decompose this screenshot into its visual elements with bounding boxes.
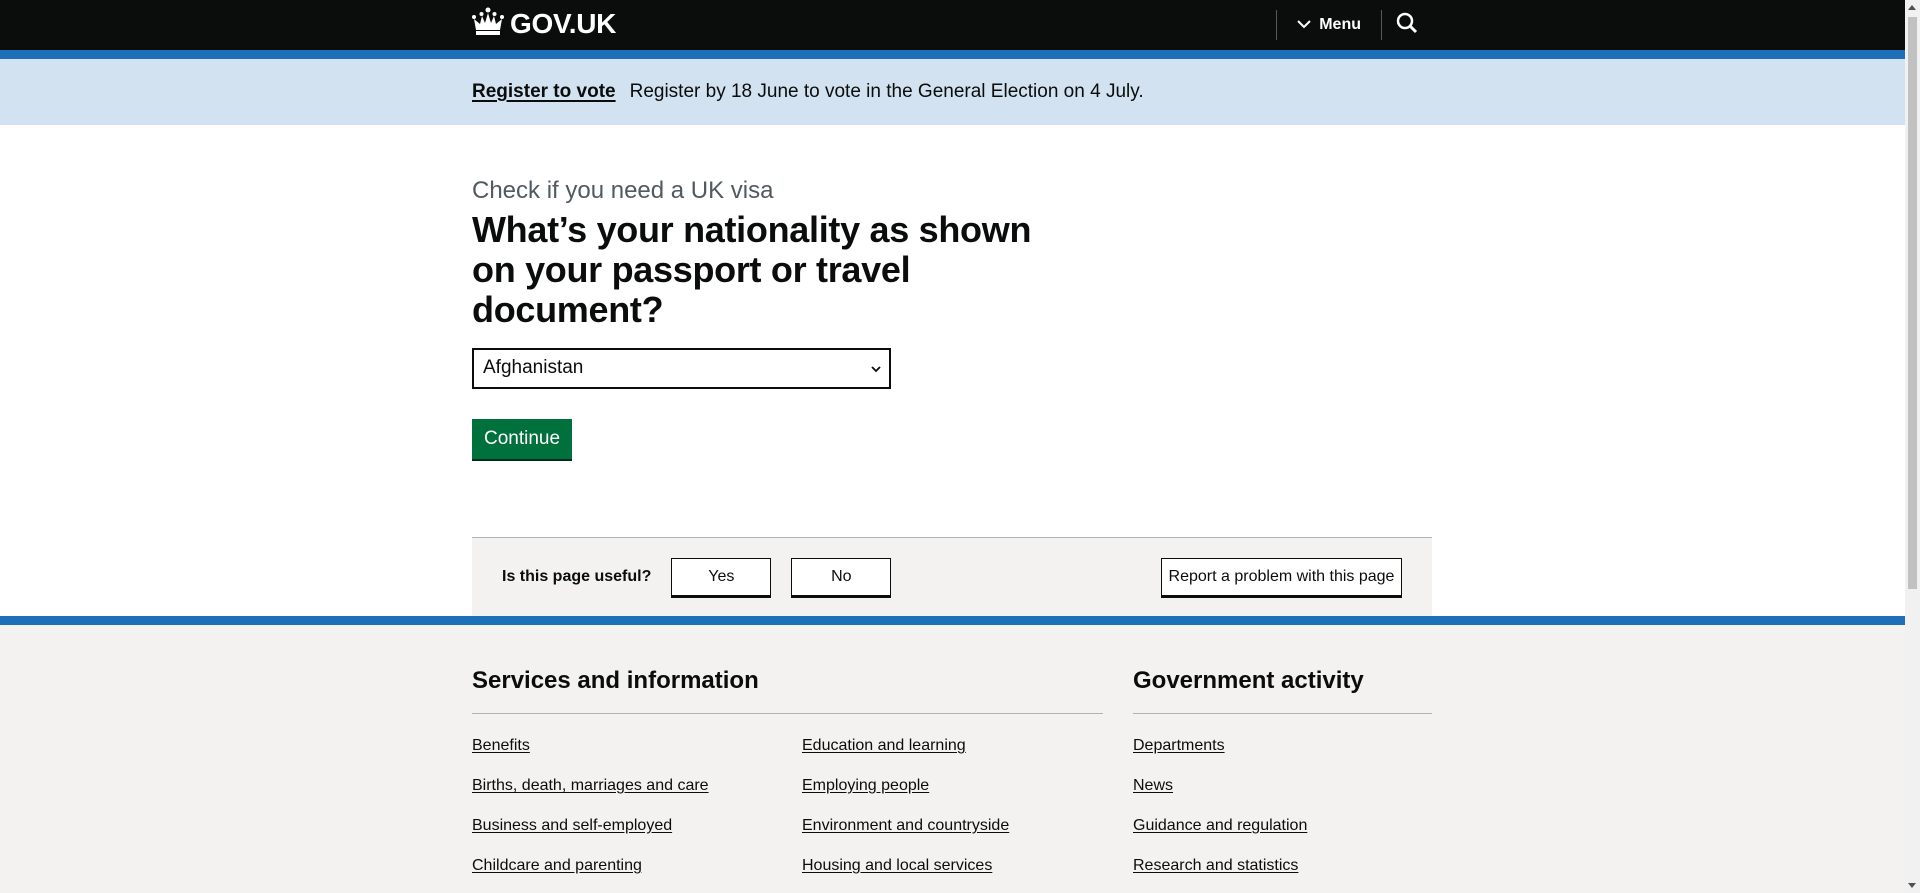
- menu-button[interactable]: Menu: [1277, 10, 1381, 40]
- feedback-bar: Is this page useful? Yes No Report a pro…: [472, 537, 1432, 616]
- site-footer: Services and information Benefits Educat…: [0, 625, 1920, 893]
- register-to-vote-link[interactable]: Register to vote: [472, 81, 616, 103]
- footer-link-benefits[interactable]: Benefits: [472, 736, 802, 776]
- footer-link-employing[interactable]: Employing people: [802, 776, 1102, 816]
- page-caption: Check if you need a UK visa: [472, 177, 774, 204]
- page-question: What’s your nationality as shown on your…: [472, 208, 1032, 331]
- government-heading: Government activity: [1133, 667, 1432, 714]
- footer-link-education[interactable]: Education and learning: [802, 736, 1102, 776]
- footer-link-departments[interactable]: Departments: [1133, 736, 1432, 776]
- report-problem-button[interactable]: Report a problem with this page: [1161, 558, 1402, 596]
- logo-text: GOV.UK: [510, 8, 617, 39]
- footer-link-news[interactable]: News: [1133, 776, 1432, 816]
- government-links: Departments News Guidance and regulation…: [1133, 714, 1432, 893]
- footer-link-childcare[interactable]: Childcare and parenting: [472, 856, 802, 893]
- continue-button[interactable]: Continue: [472, 418, 573, 459]
- nationality-select-value: Afghanistan: [483, 357, 584, 379]
- search-icon: [1396, 12, 1418, 39]
- footer-link-business[interactable]: Business and self-employed: [472, 816, 802, 856]
- scroll-up-arrow-icon[interactable]: [1908, 5, 1916, 10]
- footer-blue-bar: [0, 616, 1920, 625]
- feedback-question: Is this page useful?: [502, 568, 652, 585]
- services-column: Services and information Benefits Educat…: [472, 667, 1103, 893]
- election-banner: Register to vote Register by 18 June to …: [0, 59, 1920, 125]
- header-blue-bar: [0, 50, 1920, 59]
- scrollbar-thumb[interactable]: [1908, 17, 1917, 589]
- scroll-down-arrow-icon[interactable]: [1908, 883, 1916, 888]
- feedback-no-button[interactable]: No: [791, 558, 892, 596]
- feedback-yes-button[interactable]: Yes: [671, 558, 772, 596]
- banner-message: Register by 18 June to vote in the Gener…: [629, 81, 1144, 102]
- govuk-logo-link[interactable]: GOV.UK: [472, 7, 616, 42]
- footer-link-research[interactable]: Research and statistics: [1133, 856, 1432, 893]
- chevron-down-icon: [1297, 16, 1311, 34]
- search-button[interactable]: [1382, 10, 1432, 40]
- footer-link-housing[interactable]: Housing and local services: [802, 856, 1102, 893]
- services-heading: Services and information: [472, 667, 1103, 714]
- footer-link-guidance[interactable]: Guidance and regulation: [1133, 816, 1432, 856]
- government-column: Government activity Departments News Gui…: [1133, 667, 1432, 893]
- menu-label: Menu: [1319, 16, 1361, 33]
- nationality-select[interactable]: Afghanistan: [472, 347, 891, 389]
- main-content: Check if you need a UK visa What’s your …: [0, 125, 1920, 537]
- footer-link-environment[interactable]: Environment and countryside: [802, 816, 1102, 856]
- crown-icon: [472, 7, 504, 42]
- site-header: GOV.UK Menu: [0, 0, 1920, 50]
- footer-link-births[interactable]: Births, death, marriages and care: [472, 776, 802, 816]
- header-actions: Menu: [1276, 10, 1432, 40]
- page-scrollbar[interactable]: [1905, 0, 1920, 893]
- services-links: Benefits Education and learning Births, …: [472, 714, 1103, 893]
- chevron-down-icon: [871, 357, 881, 379]
